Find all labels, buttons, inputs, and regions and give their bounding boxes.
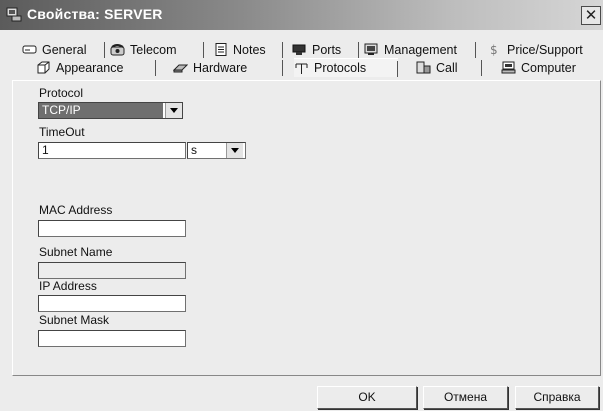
tab-computer[interactable]: Computer xyxy=(501,58,599,77)
tab-hardware-label: Hardware xyxy=(193,60,248,75)
subnet-name-input xyxy=(38,262,186,279)
drive-icon xyxy=(22,45,37,54)
tab-management[interactable]: Management xyxy=(364,40,476,59)
ok-button[interactable]: OK xyxy=(317,386,417,409)
call-icon xyxy=(416,61,431,74)
tab-ports[interactable]: Ports xyxy=(292,40,359,59)
telephone-icon xyxy=(110,44,125,56)
hardware-icon xyxy=(173,64,188,73)
mac-address-input[interactable] xyxy=(38,220,186,237)
tab-protocols-label: Protocols xyxy=(314,61,367,75)
timeout-label: TimeOut xyxy=(39,125,85,139)
protocol-select[interactable]: TCP/IP xyxy=(38,102,183,119)
ip-address-label: IP Address xyxy=(39,279,97,293)
help-button[interactable]: Справка xyxy=(515,386,599,409)
tab-management-label: Management xyxy=(384,42,457,57)
tab-call-label: Call xyxy=(436,60,458,75)
tab-telecom[interactable]: Telecom xyxy=(110,40,204,59)
tab-notes[interactable]: Notes xyxy=(213,40,283,59)
notes-icon xyxy=(215,43,227,56)
close-icon: ✕ xyxy=(584,6,598,24)
computer-icon xyxy=(501,61,516,74)
timeout-input[interactable]: 1 xyxy=(38,142,186,159)
timeout-unit-select[interactable]: s xyxy=(187,142,246,159)
tab-row-2: Appearance Hardware Protocols Call Compu… xyxy=(0,58,603,77)
tab-appearance[interactable]: Appearance xyxy=(36,58,156,77)
tab-ports-label: Ports xyxy=(312,42,342,57)
subnet-mask-label: Subnet Mask xyxy=(39,313,110,327)
tab-notes-label: Notes xyxy=(233,42,266,57)
properties-dialog: Свойства: SERVER ✕ General Telecom Notes… xyxy=(0,0,603,411)
tab-appearance-label: Appearance xyxy=(56,60,124,75)
server-icon xyxy=(6,7,22,22)
close-button[interactable]: ✕ xyxy=(581,6,601,25)
protocol-label: Protocol xyxy=(39,86,84,100)
dollar-icon: $ xyxy=(490,43,498,56)
tab-price-support-label: Price/Support xyxy=(507,42,583,57)
chevron-down-icon[interactable] xyxy=(165,103,182,118)
protocol-select-value: TCP/IP xyxy=(39,103,163,118)
svg-text:$: $ xyxy=(490,43,498,56)
management-icon xyxy=(364,43,378,55)
tab-row-1: General Telecom Notes Ports Management $… xyxy=(0,40,603,59)
tab-general-label: General xyxy=(42,42,87,57)
timeout-unit-value: s xyxy=(191,143,197,157)
tab-telecom-label: Telecom xyxy=(130,42,177,57)
title-bar[interactable]: Свойства: SERVER ✕ xyxy=(0,0,603,30)
cancel-button[interactable]: Отмена xyxy=(423,386,508,409)
mac-address-label: MAC Address xyxy=(39,203,113,217)
tab-price-support[interactable]: $ Price/Support xyxy=(487,40,599,59)
subnet-name-label: Subnet Name xyxy=(39,245,113,259)
protocol-icon xyxy=(295,63,308,74)
tab-computer-label: Computer xyxy=(521,60,576,75)
subnet-mask-input[interactable] xyxy=(38,330,186,347)
tab-general[interactable]: General xyxy=(22,40,105,59)
port-icon xyxy=(292,44,306,55)
tab-protocols[interactable]: Protocols xyxy=(294,58,398,77)
tab-call[interactable]: Call xyxy=(416,58,482,77)
window-title: Свойства: SERVER xyxy=(27,6,163,22)
cube-icon xyxy=(37,61,50,74)
tab-hardware[interactable]: Hardware xyxy=(173,58,283,77)
chevron-down-icon[interactable] xyxy=(226,143,243,158)
ip-address-input[interactable] xyxy=(38,295,186,312)
